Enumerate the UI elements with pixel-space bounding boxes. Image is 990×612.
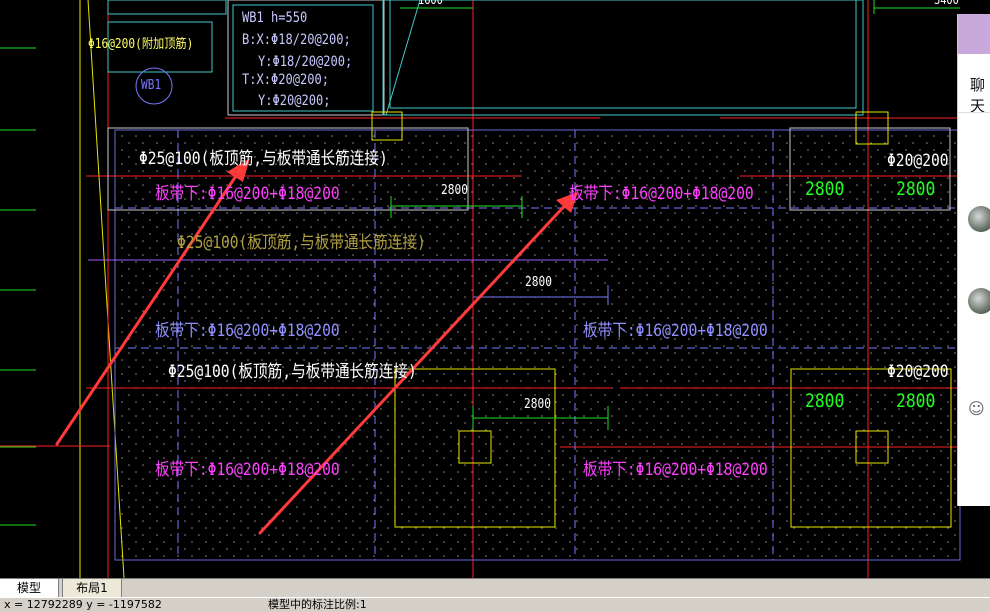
status-bar: x = 12792289 y = -1197582 模型中的标注比例:1 <box>0 597 990 612</box>
band-bottom-label-4: 板带下:Φ16@200+Φ18@200 <box>583 321 768 341</box>
right-rebar-label-1: Φ20@200 <box>887 151 949 171</box>
cursor-coordinates: x = 12792289 y = -1197582 <box>4 598 162 611</box>
chat-divider <box>958 112 990 113</box>
layout-tab-bar: 模型 布局1 <box>0 578 990 598</box>
top-bar-label-row2: Φ25@100(板顶筋,与板带通长筋连接) <box>177 233 426 253</box>
chat-panel-title: 聊天 <box>970 76 986 115</box>
chat-avatar-2[interactable] <box>968 288 990 314</box>
band-bottom-label-2: 板带下:Φ16@200+Φ18@200 <box>569 184 754 204</box>
green-2800-a: 2800 <box>805 178 845 200</box>
smiley-icon[interactable]: ☺ <box>968 400 986 418</box>
chat-avatar-1[interactable] <box>968 206 990 232</box>
top-bar-label-row1: Φ25@100(板顶筋,与板带通长筋连接) <box>139 149 388 169</box>
band-bottom-label-5: 板带下:Φ16@200+Φ18@200 <box>155 460 340 480</box>
slab-box-line1: WB1 h=550 <box>242 10 308 26</box>
dim-3400: 3400 <box>934 0 959 7</box>
slab-box-line2: B:X:Φ18/20@200; <box>242 32 351 48</box>
slab-box-line3: Y:Φ18/20@200; <box>258 54 353 70</box>
band-bottom-label-1: 板带下:Φ16@200+Φ18@200 <box>155 184 340 204</box>
slab-box-line5: Y:Φ20@200; <box>258 93 331 109</box>
extra-top-rebar-label: Φ16@200(附加顶筋) <box>88 37 194 52</box>
dim-1600: 1600 <box>418 0 443 7</box>
status-message: 模型中的标注比例:1 <box>268 598 367 611</box>
chat-panel[interactable]: 聊天 ☺ <box>957 14 990 506</box>
dim-2800-b: 2800 <box>525 275 552 290</box>
slab-tag-label: WB1 <box>141 78 162 93</box>
green-2800-c: 2800 <box>805 390 845 412</box>
green-2800-b: 2800 <box>896 178 936 200</box>
chat-panel-header <box>958 14 990 54</box>
dim-2800-c: 2800 <box>524 397 551 412</box>
slab-box-line4: T:X:Φ20@200; <box>242 72 329 88</box>
band-bottom-label-6: 板带下:Φ16@200+Φ18@200 <box>583 460 768 480</box>
band-bottom-label-3: 板带下:Φ16@200+Φ18@200 <box>155 321 340 341</box>
top-bar-label-row3: Φ25@100(板顶筋,与板带通长筋连接) <box>168 362 417 382</box>
cad-drawing-canvas[interactable]: Φ16@200(附加顶筋) WB1 WB1 h=550 B:X:Φ18/20@2… <box>0 0 990 578</box>
tab-model[interactable]: 模型 <box>0 579 59 597</box>
green-2800-d: 2800 <box>896 390 936 412</box>
dim-2800-a: 2800 <box>441 183 468 198</box>
right-rebar-label-2: Φ20@200 <box>887 362 949 382</box>
tab-layout1[interactable]: 布局1 <box>62 579 122 598</box>
